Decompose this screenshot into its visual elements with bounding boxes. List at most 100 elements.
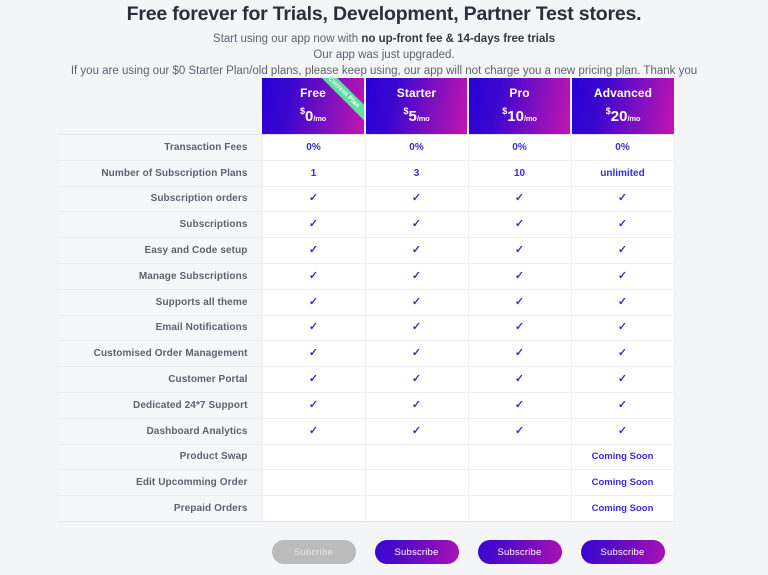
feature-cell: 0% [467,134,571,161]
feature-cell: ✓ [364,211,468,238]
plan-header-advanced: Advanced $20/mo [570,78,674,135]
check-icon: ✓ [514,244,525,257]
check-icon: ✓ [514,398,525,411]
feature-cell: ✓ [261,288,365,316]
feature-cell: ✓ [261,417,365,445]
feature-cell: ✓ [467,237,571,264]
feature-cell: 1 [261,159,365,187]
check-icon: ✓ [411,244,422,257]
table-row: Customer Portal ✓ ✓ ✓ ✓ [58,366,675,393]
check-icon: ✓ [308,398,319,411]
plan-header-free: Free $0/mo Current Plan [262,78,365,135]
feature-cell: ✓ [467,391,571,419]
coming-soon-badge: Coming Soon [591,477,654,489]
table-row: Prepaid Orders Coming Soon [58,495,675,522]
plan-card-advanced: Advanced $20/mo [573,78,674,134]
subscribe-button-cell: Subscribe [468,540,571,564]
table-row: Supports all theme ✓ ✓ ✓ ✓ [58,288,675,316]
check-icon: ✓ [617,192,628,205]
check-icon: ✓ [411,269,422,282]
feature-cell: ✓ [467,366,571,393]
feature-cell: Coming Soon [570,443,675,470]
coming-soon-badge: Coming Soon [591,451,654,463]
hero-subtitle: Start using our app now with no up-front… [60,26,708,47]
feature-value: unlimited [600,167,645,179]
subscribe-button-starter[interactable]: Subscribe [374,540,459,564]
pricing-page: Free forever for Trials, Development, Pa… [0,0,768,575]
feature-value: 3 [413,167,420,179]
table-row: Customised Order Management ✓ ✓ ✓ ✓ [58,340,675,367]
feature-cell: ✓ [570,211,675,238]
table-row: Product Swap Coming Soon [58,443,675,470]
feature-cell: ✓ [364,314,468,341]
feature-label: Number of Subscription Plans [58,159,262,187]
check-icon: ✓ [411,373,422,386]
table-row: Dashboard Analytics ✓ ✓ ✓ ✓ [58,417,675,445]
check-icon: ✓ [308,347,319,360]
plan-header-starter: Starter $5/mo [364,78,468,135]
feature-cell [364,469,468,496]
feature-cell: ✓ [467,262,571,290]
feature-cell: ✓ [570,185,675,212]
feature-cell: ✓ [570,288,675,316]
feature-label: Customised Order Management [58,340,262,367]
plan-price-period: /mo [627,113,641,123]
table-row: Email Notifications ✓ ✓ ✓ ✓ [58,314,675,341]
plan-price-period: /mo [416,113,430,123]
table-row: Manage Subscriptions ✓ ✓ ✓ ✓ [58,262,675,290]
feature-cell: ✓ [364,262,468,290]
feature-cell [467,495,571,522]
subscribe-button-advanced[interactable]: Subscribe [580,540,665,564]
check-icon: ✓ [617,398,628,411]
feature-cell: ✓ [261,185,365,212]
feature-cell: ✓ [261,262,365,290]
check-icon: ✓ [411,192,422,205]
plan-name: Advanced [593,85,653,100]
check-icon: ✓ [617,347,628,360]
feature-label: Supports all theme [58,288,262,316]
feature-cell: ✓ [364,417,468,445]
feature-cell: ✓ [261,366,365,393]
feature-cell: 0% [364,134,468,161]
coming-soon-badge: Coming Soon [591,503,654,515]
feature-label: Dedicated 24*7 Support [58,391,262,419]
subscribe-button-free: Subcribe [271,540,356,564]
plan-header-pro: Pro $10/mo [467,78,571,135]
feature-cell: ✓ [467,185,571,212]
plan-card-free: Free $0/mo Current Plan [262,78,364,134]
page-title: Free forever for Trials, Development, Pa… [126,3,642,25]
feature-cell: ✓ [261,314,365,341]
check-icon: ✓ [617,218,628,231]
plan-price-amount: 5 [408,107,417,125]
plan-name: Pro [509,85,530,100]
feature-label: Prepaid Orders [58,495,262,522]
hero-subtitle-prefix: Start using our app now with [213,33,362,45]
check-icon: ✓ [617,321,628,334]
feature-value: 0% [615,141,630,153]
subscribe-button-pro[interactable]: Subscribe [477,540,562,564]
check-icon: ✓ [411,347,422,360]
check-icon: ✓ [514,373,525,386]
hero-line-notice: If you are using our $0 Starter Plan/old… [70,65,698,77]
check-icon: ✓ [411,295,422,308]
feature-value: 0% [306,141,321,153]
feature-cell: Coming Soon [570,469,675,496]
feature-cell: ✓ [467,211,571,238]
feature-cell: 0% [570,134,675,161]
feature-cell: ✓ [570,340,675,367]
check-icon: ✓ [514,347,525,360]
table-row: Dedicated 24*7 Support ✓ ✓ ✓ ✓ [58,391,675,419]
check-icon: ✓ [308,244,319,257]
plan-name: Starter [396,85,437,100]
plan-price: $5/mo [403,100,429,127]
check-icon: ✓ [308,269,319,282]
feature-cell: Coming Soon [570,495,675,522]
check-icon: ✓ [411,424,422,437]
check-icon: ✓ [514,321,525,334]
feature-cell: ✓ [261,391,365,419]
feature-cell [261,495,365,522]
check-icon: ✓ [308,192,319,205]
plan-header-spacer [58,78,262,135]
feature-label: Edit Upcomming Order [58,469,262,496]
feature-cell: ✓ [570,366,675,393]
